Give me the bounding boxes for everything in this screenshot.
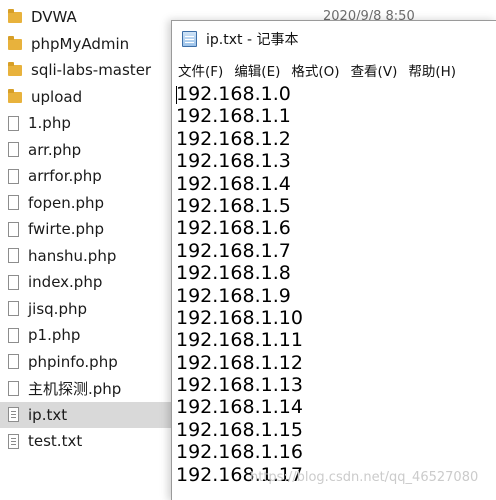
text-line: 192.168.1.16 [176, 441, 303, 464]
file-icon [8, 142, 19, 158]
window-title: ip.txt - 记事本 [206, 32, 299, 48]
file-name: hanshu.php [28, 246, 117, 265]
text-line: 192.168.1.8 [176, 262, 291, 285]
file-row-arr-php[interactable]: arr.php [0, 137, 172, 164]
file-row-fwirte-php[interactable]: fwirte.php [0, 216, 172, 243]
file-row-host-probe-php[interactable]: 主机探测.php [0, 375, 172, 402]
file-icon [8, 248, 19, 264]
folder-icon [8, 9, 22, 24]
file-icon [8, 195, 19, 211]
file-name: 1.php [28, 114, 71, 133]
text-line: 192.168.1.7 [176, 239, 291, 262]
file-row-jisq-php[interactable]: jisq.php [0, 296, 172, 323]
menu-format[interactable]: 格式(O) [291, 60, 339, 80]
file-row-1-php[interactable]: 1.php [0, 110, 172, 137]
explorer-file-list: DVWA phpMyAdmin sqli-labs-master upload … [0, 4, 172, 455]
file-row-phpmyadmin[interactable]: phpMyAdmin [0, 31, 172, 58]
file-row-dvwa[interactable]: DVWA [0, 4, 172, 31]
file-row-test-txt[interactable]: test.txt [0, 428, 172, 455]
file-row-upload[interactable]: upload [0, 84, 172, 111]
desktop: DVWA phpMyAdmin sqli-labs-master upload … [0, 0, 496, 500]
file-name: 主机探测.php [28, 379, 122, 398]
file-name: test.txt [28, 432, 83, 451]
file-name: fwirte.php [28, 220, 105, 239]
file-name: ip.txt [28, 405, 68, 424]
file-name: phpinfo.php [28, 352, 118, 371]
text-line: 192.168.1.12 [176, 351, 303, 374]
file-icon [8, 168, 19, 184]
text-caret [176, 86, 177, 104]
file-icon [8, 301, 19, 317]
text-editor-area[interactable]: 192.168.1.0 192.168.1.1 192.168.1.2 192.… [176, 83, 496, 500]
file-row-p1-php[interactable]: p1.php [0, 322, 172, 349]
notepad-titlebar[interactable]: ip.txt - 记事本 [172, 21, 496, 57]
menu-help[interactable]: 帮助(H) [408, 60, 456, 80]
text-line: 192.168.1.13 [176, 374, 303, 397]
file-name: index.php [28, 273, 103, 292]
menu-file[interactable]: 文件(F) [178, 60, 223, 80]
text-line: 192.168.1.6 [176, 217, 291, 240]
file-name: arrfor.php [28, 167, 102, 186]
menu-view[interactable]: 查看(V) [351, 60, 398, 80]
file-row-sqli-labs-master[interactable]: sqli-labs-master [0, 57, 172, 84]
file-row-phpinfo-php[interactable]: phpinfo.php [0, 349, 172, 376]
file-icon [8, 274, 19, 290]
file-row-fopen-php[interactable]: fopen.php [0, 190, 172, 217]
file-icon [8, 380, 19, 396]
watermark: https://blog.csdn.net/qq_46527080 [250, 470, 479, 485]
text-line: 192.168.1.15 [176, 418, 303, 441]
file-icon [8, 354, 19, 370]
file-icon [8, 221, 19, 237]
text-line: 192.168.1.11 [176, 329, 303, 352]
menu-edit[interactable]: 编辑(E) [234, 60, 280, 80]
text-line: 192.168.1.0 [176, 83, 291, 105]
text-file-icon [8, 407, 19, 423]
file-name: fopen.php [28, 193, 105, 212]
text-line: 192.168.1.10 [176, 306, 303, 329]
file-row-index-php[interactable]: index.php [0, 269, 172, 296]
file-name: arr.php [28, 140, 82, 159]
text-line: 192.168.1.1 [176, 105, 291, 128]
text-line: 192.168.1.9 [176, 284, 291, 307]
folder-icon [8, 62, 22, 77]
folder-icon [8, 35, 22, 50]
file-name: DVWA [31, 8, 77, 27]
file-name: sqli-labs-master [31, 61, 152, 80]
file-name: p1.php [28, 326, 81, 345]
file-name: phpMyAdmin [31, 34, 130, 53]
text-file-icon [8, 433, 19, 449]
text-line: 192.168.1.2 [176, 127, 291, 150]
notepad-window: ip.txt - 记事本 文件(F) 编辑(E) 格式(O) 查看(V) 帮助(… [171, 20, 496, 500]
file-icon [8, 115, 19, 131]
text-line: 192.168.1.3 [176, 150, 291, 173]
file-row-ip-txt[interactable]: ip.txt [0, 401, 172, 428]
text-line: 192.168.1.5 [176, 194, 291, 217]
file-icon [8, 327, 19, 343]
notepad-icon [182, 31, 197, 47]
file-row-hanshu-php[interactable]: hanshu.php [0, 243, 172, 270]
file-row-arrfor-php[interactable]: arrfor.php [0, 163, 172, 190]
menu-bar: 文件(F) 编辑(E) 格式(O) 查看(V) 帮助(H) [172, 57, 496, 83]
text-line: 192.168.1.14 [176, 396, 303, 419]
text-line: 192.168.1.4 [176, 172, 291, 195]
folder-icon [8, 88, 22, 103]
file-name: jisq.php [28, 299, 87, 318]
file-name: upload [31, 87, 83, 106]
